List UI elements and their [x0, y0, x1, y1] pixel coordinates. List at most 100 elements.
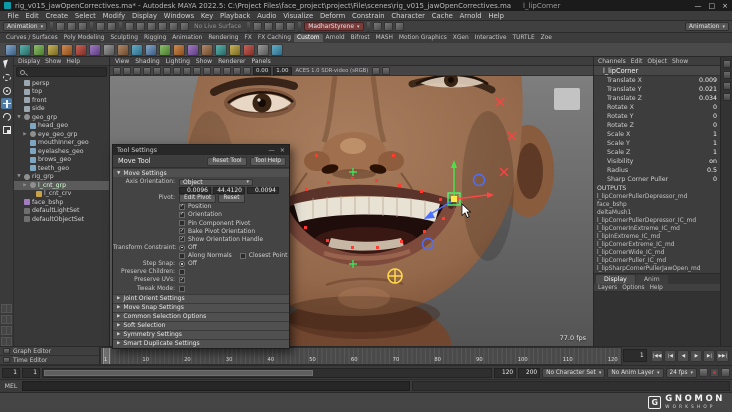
anim-layer-select[interactable]: No Anim Layer ▾	[607, 367, 664, 378]
lasso-tool-icon[interactable]	[1, 72, 12, 83]
menu-item[interactable]: Audio	[254, 12, 280, 20]
shelf-button[interactable]	[5, 43, 17, 56]
viewport-menu-item[interactable]: View	[115, 58, 129, 65]
outliner-item[interactable]: mouthInner_geo	[14, 139, 109, 148]
tool-settings-toggle-icon[interactable]	[722, 71, 731, 79]
quick-layout-button[interactable]	[1, 304, 12, 313]
character-set-select[interactable]: No Character Set ▾	[542, 367, 606, 378]
channel-row[interactable]: Rotate Y0	[594, 112, 720, 121]
viewport-menu-item[interactable]: Lighting	[166, 58, 190, 65]
shelf-button[interactable]	[19, 43, 31, 56]
layer-menu-item[interactable]: Help	[650, 285, 663, 291]
channel-row[interactable]: Rotate Z0	[594, 121, 720, 130]
shelf-tab[interactable]: TURTLE	[509, 34, 537, 42]
shelf-tab[interactable]: Rigging	[141, 34, 169, 42]
grid-toggle-icon[interactable]	[183, 66, 191, 75]
position-checkbox[interactable]: ✓	[179, 203, 185, 210]
bake-pivot-orientation-checkbox[interactable]: ✓	[179, 228, 185, 235]
shelf-tab[interactable]: FX Caching	[255, 34, 294, 42]
window-close-icon[interactable]: ×	[280, 147, 285, 154]
snap-point-icon[interactable]	[147, 22, 157, 31]
sidebar-channel-box-icon[interactable]	[394, 22, 404, 31]
menu-item[interactable]: File	[4, 12, 22, 20]
show-orientation-handle-checkbox[interactable]: ✓	[179, 236, 185, 243]
animation-end-field[interactable]: 200	[518, 367, 541, 378]
menu-item[interactable]: Visualize	[280, 12, 317, 20]
pin-component-pivot-checkbox[interactable]	[179, 220, 185, 227]
range-slider-handle[interactable]	[44, 369, 313, 376]
snap-projected-center-icon[interactable]	[158, 22, 168, 31]
undo-icon[interactable]	[96, 22, 106, 31]
shadows-toggle-icon[interactable]	[382, 66, 391, 75]
shelf-tab[interactable]: Bifrost	[348, 34, 373, 42]
axis-y-field[interactable]: 44.4120	[213, 186, 245, 194]
outliner-item[interactable]: defaultObjectSet	[14, 215, 109, 224]
shelf-tab[interactable]: Motion Graphics	[396, 34, 450, 42]
tool-settings-window[interactable]: Tool Settings — × Move Tool Reset Tool T…	[112, 144, 290, 349]
channel-box-toggle-icon[interactable]	[722, 82, 731, 90]
gate-mask-icon[interactable]	[213, 66, 221, 75]
playback-start-field[interactable]: 1	[22, 367, 40, 378]
snap-grid-icon[interactable]	[125, 22, 135, 31]
shelf-tab[interactable]: Rendering	[205, 34, 241, 42]
outliner-item[interactable]: ▼ geo_grp	[14, 113, 109, 122]
shelf-button[interactable]	[33, 43, 45, 56]
channel-row[interactable]: Rotate X0	[594, 103, 720, 112]
preserve-uvs-checkbox[interactable]: ✓	[179, 277, 185, 284]
selection-field[interactable]: MadharStyrene ▾	[304, 22, 364, 31]
shelf-tab[interactable]: Zoe	[538, 34, 555, 42]
output-node[interactable]: l_lipCornerExtreme_IC_md	[594, 241, 720, 249]
axis-x-field[interactable]: 0.0096	[179, 186, 211, 194]
graph-editor-tab[interactable]: Graph Editor	[0, 347, 99, 356]
channel-row[interactable]: Translate Z 0.034	[594, 94, 720, 103]
shelf-button[interactable]	[103, 43, 115, 56]
outliner-menu-item[interactable]: Help	[66, 58, 80, 65]
viewport-menu-item[interactable]: Show	[196, 58, 212, 65]
time-editor-tab[interactable]: Time Editor	[0, 356, 99, 365]
menu-item[interactable]: Key	[198, 12, 217, 20]
lighting-toggle-icon[interactable]	[372, 66, 381, 75]
animation-start-field[interactable]: 1	[2, 367, 20, 378]
reset-pivot-button[interactable]: Reset	[218, 193, 245, 203]
shelf-button[interactable]	[89, 43, 101, 56]
step-forward-frame-button[interactable]: ▶|	[703, 350, 716, 362]
safe-action-icon[interactable]	[233, 66, 241, 75]
playback-end-field[interactable]: 120	[494, 367, 517, 378]
open-scene-icon[interactable]	[67, 22, 77, 31]
section-common-selection-options[interactable]: ▶ Common Selection Options	[113, 311, 289, 321]
attribute-editor-toggle-icon[interactable]	[722, 60, 731, 68]
transform-constraint-radio[interactable]	[179, 244, 185, 251]
output-node[interactable]: l_lipCornerPuller_IC_md	[594, 257, 720, 265]
outliner-item[interactable]: l_cnt_crv	[14, 190, 109, 199]
channel-box-menu-item[interactable]: Object	[647, 58, 667, 65]
field-chart-icon[interactable]	[223, 66, 231, 75]
new-scene-icon[interactable]	[56, 22, 66, 31]
shelf-tab[interactable]: Poly Modeling	[61, 34, 108, 42]
shelf-button[interactable]	[117, 43, 129, 56]
tab-display-layers[interactable]: Display	[596, 275, 635, 284]
section-soft-selection[interactable]: ▶ Soft Selection	[113, 320, 289, 330]
2d-pan-zoom-icon[interactable]	[163, 66, 171, 75]
channel-row[interactable]: Scale X1	[594, 130, 720, 139]
output-node[interactable]: l_lipCornerPullerDepressor_md	[594, 193, 720, 201]
animation-preferences-icon[interactable]	[721, 368, 730, 377]
shelf-button[interactable]	[271, 43, 283, 56]
outliner-item[interactable]: front	[14, 96, 109, 105]
shelf-button[interactable]	[187, 43, 199, 56]
menu-item[interactable]: Constrain	[349, 12, 388, 20]
make-live-icon[interactable]	[180, 22, 190, 31]
section-smart-duplicate-settings[interactable]: ▶ Smart Duplicate Settings	[113, 338, 289, 348]
sidebar-attribute-editor-icon[interactable]	[372, 22, 382, 31]
shelf-button[interactable]	[201, 43, 213, 56]
grease-pencil-icon[interactable]	[173, 66, 181, 75]
construction-history-icon[interactable]	[253, 22, 263, 31]
quick-layout-button[interactable]	[1, 337, 12, 346]
color-space-label[interactable]: ACES 1.0 SDR-video (sRGB)	[294, 68, 371, 74]
outliner-item[interactable]: eyelashes_geo	[14, 147, 109, 156]
rotate-tool-icon[interactable]	[1, 111, 12, 122]
channel-row[interactable]: Translate Y 0.021	[594, 85, 720, 94]
paint-select-tool-icon[interactable]	[1, 85, 12, 96]
bookmarks-icon[interactable]	[143, 66, 151, 75]
scale-tool-icon[interactable]	[1, 124, 12, 135]
status-divider[interactable]	[90, 21, 94, 32]
